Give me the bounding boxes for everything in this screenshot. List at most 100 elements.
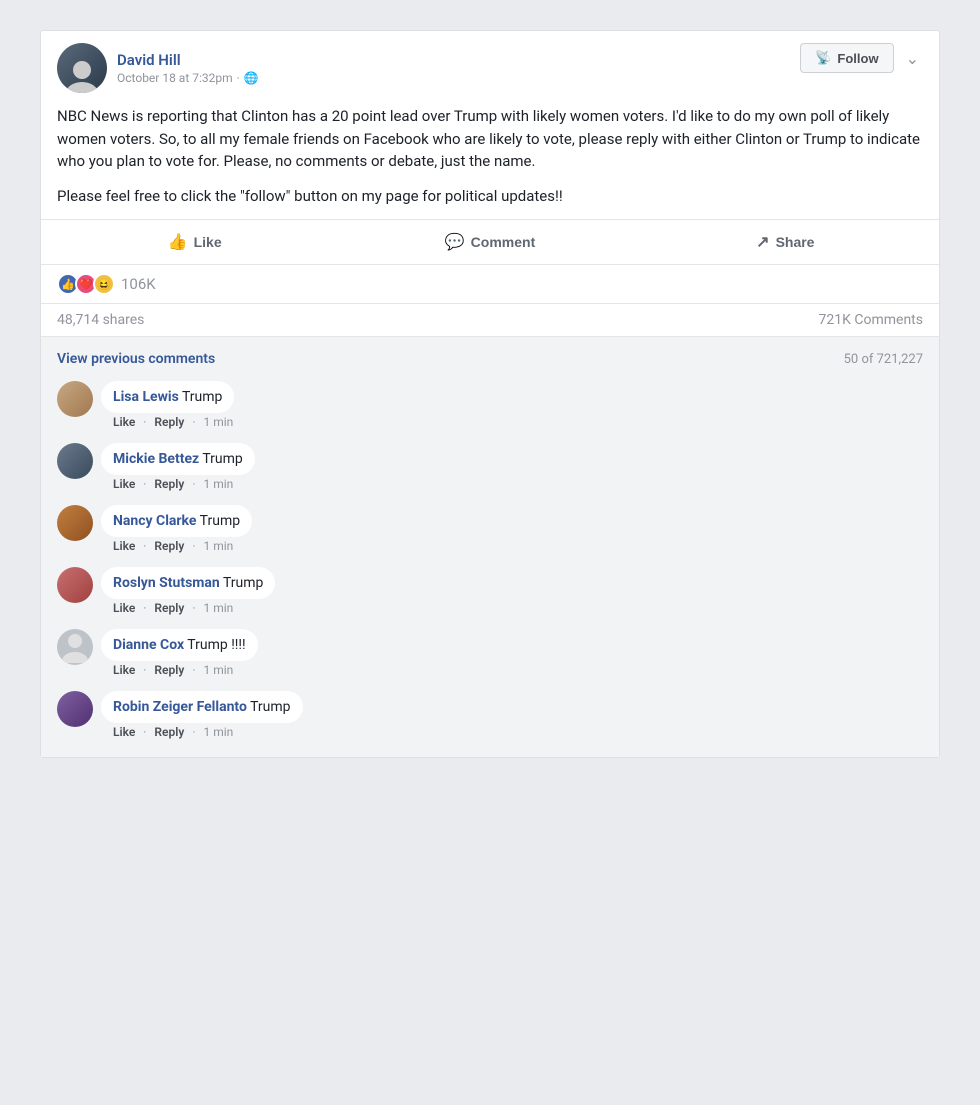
comment-content: Nancy Clarke Trump Like · Reply · 1 min <box>101 505 923 553</box>
meta-dot: · <box>237 71 240 85</box>
post-header-right: 📡 Follow ⌄ <box>800 43 923 73</box>
comment-actions: Like · Reply · 1 min <box>101 413 923 429</box>
commenter-avatar <box>57 505 93 541</box>
comment-timestamp: 1 min <box>203 725 233 739</box>
comment-reply-link[interactable]: Reply <box>154 477 184 491</box>
comment-text: Trump <box>202 451 242 467</box>
comment-timestamp: 1 min <box>203 601 233 615</box>
dot-separator: · <box>192 539 195 553</box>
comment-actions: Like · Reply · 1 min <box>101 661 923 677</box>
comment-content: Roslyn Stutsman Trump Like · Reply · 1 m… <box>101 567 923 615</box>
chevron-down-icon[interactable]: ⌄ <box>902 45 923 72</box>
comment-reply-link[interactable]: Reply <box>154 601 184 615</box>
comment-text: Trump <box>200 513 240 529</box>
comment-actions: Like · Reply · 1 min <box>101 599 923 615</box>
comment-bubble: Mickie Bettez Trump <box>101 443 255 475</box>
share-label: Share <box>776 234 815 250</box>
comment-item: Lisa Lewis Trump Like · Reply · 1 min <box>41 377 939 439</box>
commenter-name[interactable]: Dianne Cox <box>113 637 184 653</box>
comment-reply-link[interactable]: Reply <box>154 663 184 677</box>
comment-actions: Like · Reply · 1 min <box>101 723 923 739</box>
comment-item: Nancy Clarke Trump Like · Reply · 1 min <box>41 501 939 563</box>
like-button[interactable]: 👍 Like <box>49 224 340 260</box>
comment-content: Robin Zeiger Fellanto Trump Like · Reply… <box>101 691 923 739</box>
comment-timestamp: 1 min <box>203 663 233 677</box>
dot-separator: · <box>192 415 195 429</box>
follow-button[interactable]: 📡 Follow <box>800 43 893 73</box>
visibility-icon: 🌐 <box>244 71 259 85</box>
comment-actions: Like · Reply · 1 min <box>101 475 923 491</box>
comment-reply-link[interactable]: Reply <box>154 539 184 553</box>
shares-comments-bar: 48,714 shares 721K Comments <box>41 303 939 336</box>
post-actions: 👍 Like 💬 Comment ↗ Share <box>41 219 939 264</box>
page-wrapper: David Hill October 18 at 7:32pm · 🌐 📡 Fo… <box>0 20 980 768</box>
comment-bubble: Dianne Cox Trump !!!! <box>101 629 258 661</box>
comment-like-link[interactable]: Like <box>113 663 135 677</box>
author-info: David Hill October 18 at 7:32pm · 🌐 <box>117 51 259 85</box>
comment-reply-link[interactable]: Reply <box>154 415 184 429</box>
dot-separator: · <box>143 539 146 553</box>
comment-bubble: Roslyn Stutsman Trump <box>101 567 275 599</box>
commenter-name[interactable]: Lisa Lewis <box>113 389 179 405</box>
post-card: David Hill October 18 at 7:32pm · 🌐 📡 Fo… <box>40 30 940 758</box>
commenter-name[interactable]: Mickie Bettez <box>113 451 199 467</box>
commenter-avatar <box>57 629 93 665</box>
comment-text: Trump <box>182 389 222 405</box>
post-timestamp: October 18 at 7:32pm <box>117 71 233 85</box>
reaction-emojis: 👍 ❤️ 😆 <box>57 273 115 295</box>
comment-item: Dianne Cox Trump !!!! Like · Reply · 1 m… <box>41 625 939 687</box>
comment-bubble: Robin Zeiger Fellanto Trump <box>101 691 303 723</box>
dot-separator: · <box>192 601 195 615</box>
dot-separator: · <box>192 725 195 739</box>
comment-reply-link[interactable]: Reply <box>154 725 184 739</box>
reaction-count: 106K <box>121 275 156 293</box>
dot-separator: · <box>143 415 146 429</box>
comment-pagination: 50 of 721,227 <box>844 352 923 367</box>
comment-item: Robin Zeiger Fellanto Trump Like · Reply… <box>41 687 939 749</box>
comment-content: Dianne Cox Trump !!!! Like · Reply · 1 m… <box>101 629 923 677</box>
dot-separator: · <box>143 477 146 491</box>
commenter-avatar <box>57 381 93 417</box>
comments-container: Lisa Lewis Trump Like · Reply · 1 min Mi… <box>41 377 939 749</box>
comments-count[interactable]: 721K Comments <box>819 312 923 328</box>
post-meta: October 18 at 7:32pm · 🌐 <box>117 71 259 85</box>
author-name[interactable]: David Hill <box>117 51 259 69</box>
shares-count[interactable]: 48,714 shares <box>57 312 144 328</box>
follow-label: Follow <box>837 51 878 66</box>
comment-like-link[interactable]: Like <box>113 601 135 615</box>
post-header-left: David Hill October 18 at 7:32pm · 🌐 <box>57 43 259 93</box>
post-paragraph-2: Please feel free to click the "follow" b… <box>57 185 923 208</box>
haha-emoji: 😆 <box>93 273 115 295</box>
like-icon: 👍 <box>168 232 188 252</box>
commenter-name[interactable]: Roslyn Stutsman <box>113 575 220 591</box>
comment-like-link[interactable]: Like <box>113 725 135 739</box>
commenter-name[interactable]: Robin Zeiger Fellanto <box>113 699 247 715</box>
comment-text: Trump !!!! <box>187 637 245 653</box>
comment-item: Roslyn Stutsman Trump Like · Reply · 1 m… <box>41 563 939 625</box>
comment-timestamp: 1 min <box>203 477 233 491</box>
dot-separator: · <box>143 601 146 615</box>
comment-like-link[interactable]: Like <box>113 539 135 553</box>
comment-like-link[interactable]: Like <box>113 477 135 491</box>
commenter-avatar <box>57 691 93 727</box>
comment-button[interactable]: 💬 Comment <box>344 224 635 260</box>
comment-bubble: Nancy Clarke Trump <box>101 505 252 537</box>
comment-like-link[interactable]: Like <box>113 415 135 429</box>
commenter-avatar <box>57 567 93 603</box>
post-body: NBC News is reporting that Clinton has a… <box>41 101 939 219</box>
comment-label: Comment <box>471 234 536 250</box>
comment-icon: 💬 <box>445 232 465 252</box>
view-previous-bar: View previous comments 50 of 721,227 <box>41 345 939 377</box>
comment-content: Lisa Lewis Trump Like · Reply · 1 min <box>101 381 923 429</box>
follow-icon: 📡 <box>815 50 831 66</box>
author-avatar <box>57 43 107 93</box>
comment-content: Mickie Bettez Trump Like · Reply · 1 min <box>101 443 923 491</box>
view-previous-link[interactable]: View previous comments <box>57 351 215 367</box>
comment-text: Trump <box>223 575 263 591</box>
dot-separator: · <box>143 725 146 739</box>
comment-actions: Like · Reply · 1 min <box>101 537 923 553</box>
like-label: Like <box>194 234 222 250</box>
dot-separator: · <box>143 663 146 677</box>
share-button[interactable]: ↗ Share <box>640 224 931 260</box>
commenter-name[interactable]: Nancy Clarke <box>113 513 196 529</box>
